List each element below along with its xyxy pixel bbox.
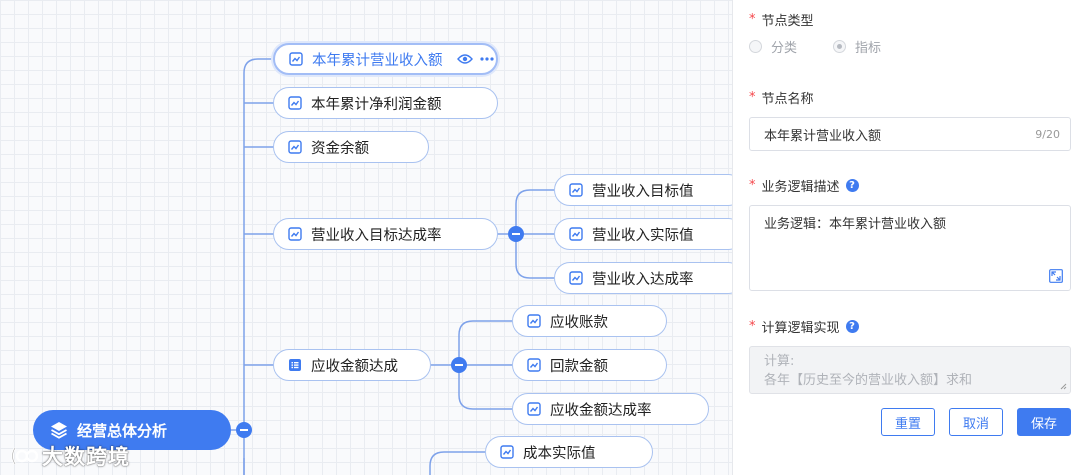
watermark-text: 大数跨境 <box>42 445 130 469</box>
trend-chart-icon <box>527 358 541 372</box>
layers-icon <box>51 422 67 439</box>
node-name-label: * 节点名称 <box>749 90 814 107</box>
collapse-toggle[interactable] <box>508 226 524 242</box>
trend-chart-icon <box>288 227 302 241</box>
business-logic-label: * 业务逻辑描述 ? <box>749 176 1071 195</box>
node-revenue-target[interactable]: 营业收入目标值 <box>554 174 732 206</box>
node-type-label: * 节点类型 <box>749 12 814 29</box>
trend-chart-icon <box>527 402 541 416</box>
trend-chart-icon <box>569 183 583 197</box>
reset-button[interactable]: 重置 <box>880 408 935 436</box>
watermark: 大数跨境 <box>8 441 130 471</box>
radio-dot <box>749 40 762 53</box>
node-label: 营业收入达成率 <box>592 271 694 288</box>
collapse-toggle[interactable] <box>451 357 467 373</box>
node-name-value: 本年累计营业收入额 <box>764 128 882 144</box>
node-actual-cost[interactable]: 成本实际值 <box>485 436 653 468</box>
radio-indicator[interactable]: 指标 <box>833 37 881 56</box>
trend-chart-icon <box>288 96 302 110</box>
node-properties-panel: * 节点类型 分类 指标 * 节点名称 本年累计营业收入额 9/20 * 业务逻… <box>732 0 1080 475</box>
watermark-logo-icon <box>11 447 38 465</box>
node-name-input[interactable]: 本年累计营业收入额 9/20 <box>749 117 1071 151</box>
node-label: 回款金额 <box>550 358 608 375</box>
form-actions: 重置 取消 保存 <box>749 408 1071 436</box>
trend-chart-icon <box>569 271 583 285</box>
help-icon[interactable]: ? <box>845 179 859 192</box>
node-type-radio-group: 分类 指标 <box>749 37 1071 56</box>
node-label: 资金余额 <box>311 140 369 157</box>
node-label: 营业收入实际值 <box>592 227 694 244</box>
trend-chart-icon <box>500 445 514 459</box>
node-cash-balance[interactable]: 资金余额 <box>273 131 429 163</box>
cancel-button[interactable]: 取消 <box>948 408 1003 436</box>
node-label: 成本实际值 <box>523 445 596 462</box>
expand-icon[interactable] <box>1049 269 1063 283</box>
business-logic-textarea[interactable]: 业务逻辑：本年累计营业收入额 <box>749 205 1071 291</box>
char-counter: 9/20 <box>1035 127 1060 141</box>
business-logic-value: 业务逻辑：本年累计营业收入额 <box>764 217 947 232</box>
node-net-profit[interactable]: 本年累计净利润金额 <box>273 87 498 119</box>
node-label: 本年累计营业收入额 <box>312 52 443 69</box>
node-label: 应收金额达成 <box>311 358 398 375</box>
more-icon[interactable] <box>479 56 495 62</box>
save-button[interactable]: 保存 <box>1016 408 1071 436</box>
root-label: 经营总体分析 <box>77 421 168 440</box>
calc-logic-line-2: 各年【历史至今的营业收入额】求和 <box>764 373 973 388</box>
radio-dot-selected <box>833 40 847 53</box>
calc-logic-textarea: 计算: 各年【历史至今的营业收入额】求和 <box>749 346 1071 394</box>
radio-category[interactable]: 分类 <box>749 37 797 56</box>
trend-chart-icon <box>289 52 303 66</box>
trend-chart-icon <box>288 140 302 154</box>
calc-logic-line-1: 计算: <box>764 354 795 369</box>
node-label: 本年累计净利润金额 <box>311 96 442 113</box>
trend-chart-icon <box>569 227 583 241</box>
eye-icon[interactable] <box>456 53 473 65</box>
calc-logic-label: * 计算逻辑实现 ? <box>749 317 1071 336</box>
required-mark: * <box>749 319 756 334</box>
trend-chart-icon <box>527 314 541 328</box>
node-revenue-actual[interactable]: 营业收入实际值 <box>554 218 732 250</box>
required-mark: * <box>749 12 756 27</box>
collapse-toggle[interactable] <box>236 422 252 438</box>
node-receivables-rate[interactable]: 应收金额达成率 <box>512 393 709 425</box>
list-icon <box>289 359 301 371</box>
node-label: 营业收入目标值 <box>592 183 694 200</box>
required-mark: * <box>749 90 756 105</box>
resize-handle-icon[interactable] <box>1060 383 1067 390</box>
node-label: 应收金额达成率 <box>550 402 652 419</box>
node-collection-amount[interactable]: 回款金额 <box>512 349 667 381</box>
node-revenue-achievement-rate[interactable]: 营业收入目标达成率 <box>273 218 498 250</box>
node-label: 营业收入目标达成率 <box>311 227 442 244</box>
node-annual-revenue[interactable]: 本年累计营业收入额 <box>273 43 498 75</box>
node-receivables-achievement[interactable]: 应收金额达成 <box>273 349 431 381</box>
node-revenue-rate[interactable]: 营业收入达成率 <box>554 262 732 294</box>
node-accounts-receivable[interactable]: 应收账款 <box>512 305 667 337</box>
help-icon[interactable]: ? <box>845 320 859 333</box>
required-mark: * <box>749 178 756 193</box>
node-label: 应收账款 <box>550 314 608 331</box>
mindmap-canvas[interactable]: 本年累计营业收入额 本年累计净利润金额 资金余额 营业收入目标达成率 营业收入目… <box>0 0 732 475</box>
